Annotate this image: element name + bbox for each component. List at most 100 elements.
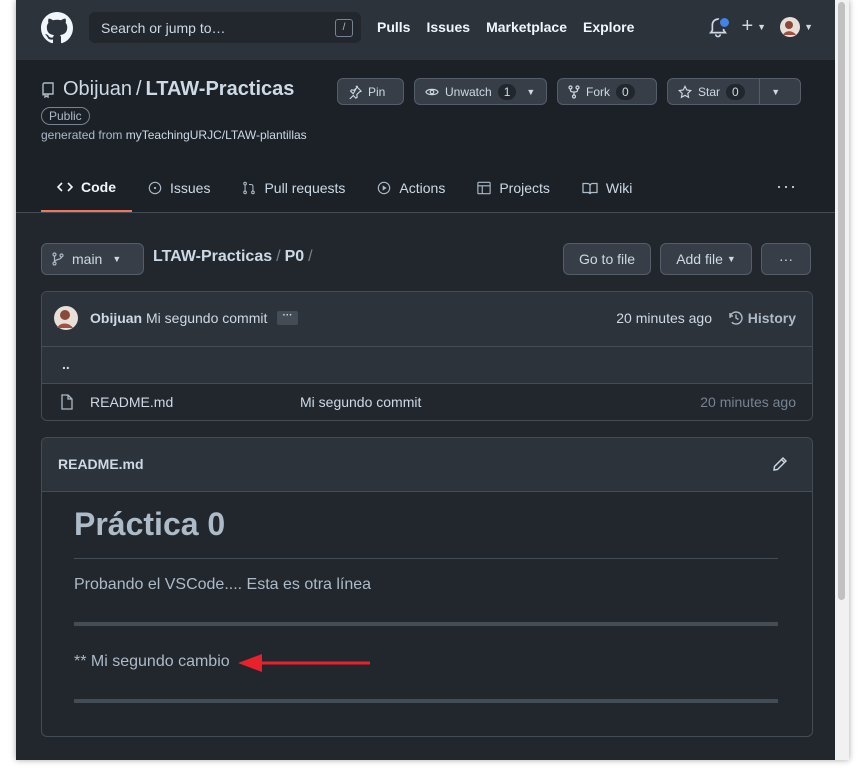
tab-code-label: Code bbox=[81, 179, 116, 195]
repo-title: Obijuan / LTAW-Practicas bbox=[41, 78, 294, 101]
unread-dot bbox=[718, 15, 732, 29]
user-avatar bbox=[780, 16, 801, 37]
create-new-dropdown[interactable]: + ▼ bbox=[741, 15, 766, 38]
pin-label: Pin bbox=[368, 84, 386, 99]
fork-label: Fork bbox=[586, 84, 610, 99]
nav-pulls[interactable]: Pulls bbox=[377, 19, 410, 35]
nav-marketplace[interactable]: Marketplace bbox=[486, 19, 567, 35]
commit-time: 20 minutes ago bbox=[616, 310, 712, 326]
branch-selector[interactable]: main ▼ bbox=[41, 243, 144, 275]
scrollbar-thumb[interactable] bbox=[838, 2, 845, 600]
forks-count: 0 bbox=[616, 83, 635, 100]
caret-down-icon: ▼ bbox=[804, 21, 813, 32]
repo-name-link[interactable]: LTAW-Practicas bbox=[146, 78, 295, 101]
table-icon bbox=[477, 181, 492, 195]
caret-down-icon: ▼ bbox=[726, 254, 736, 264]
nav-explore[interactable]: Explore bbox=[583, 19, 634, 35]
repo-header: Obijuan / LTAW-Practicas Public generate… bbox=[16, 60, 835, 213]
unwatch-button[interactable]: Unwatch 1 ▼ bbox=[414, 78, 547, 105]
browser-window: / Pulls Issues Marketplace Explore +▼ bbox=[16, 0, 849, 760]
file-icon bbox=[61, 394, 73, 410]
parent-directory-link[interactable]: .. bbox=[62, 356, 70, 372]
add-file-button[interactable]: Add file ▼ bbox=[660, 243, 752, 275]
tab-wiki[interactable]: Wiki bbox=[566, 164, 648, 212]
file-commit-time: 20 minutes ago bbox=[700, 394, 796, 410]
history-icon bbox=[729, 311, 743, 325]
breadcrumb: LTAW-Practicas / P0 / bbox=[153, 248, 317, 266]
global-header: / Pulls Issues Marketplace Explore +▼ bbox=[16, 0, 835, 60]
breadcrumb-separator: / bbox=[308, 248, 313, 265]
horizontal-rule bbox=[74, 699, 778, 703]
caret-down-icon: ▼ bbox=[757, 21, 767, 32]
commit-author-link[interactable]: Obijuan bbox=[90, 310, 142, 326]
parent-directory-row[interactable]: .. bbox=[42, 347, 812, 384]
history-link[interactable]: History bbox=[728, 310, 796, 326]
star-list-dropdown[interactable]: ▼ bbox=[758, 79, 792, 104]
slash-shortcut-hint: / bbox=[335, 19, 353, 37]
star-button[interactable]: Star 0 ▼ bbox=[667, 78, 801, 105]
tab-projects-label: Projects bbox=[499, 180, 550, 196]
heading-underline bbox=[74, 558, 778, 559]
template-link[interactable]: myTeachingURJC/LTAW-plantillas bbox=[126, 128, 307, 142]
commit-expand-button[interactable]: ··· bbox=[277, 311, 298, 325]
watchers-count: 1 bbox=[497, 83, 517, 100]
notifications-bell-icon[interactable] bbox=[709, 15, 732, 38]
author-avatar[interactable] bbox=[54, 306, 78, 330]
plus-icon: + bbox=[741, 15, 754, 37]
code-icon bbox=[57, 181, 73, 193]
tab-issues[interactable]: Issues bbox=[132, 164, 226, 212]
readme-paragraph-1: Probando el VSCode.... Esta es otra líne… bbox=[74, 576, 372, 593]
star-icon bbox=[678, 84, 692, 99]
repo-tabs: Code Issues Pull requests Actions Projec… bbox=[41, 164, 648, 212]
fork-icon bbox=[568, 84, 580, 99]
tab-actions[interactable]: Actions bbox=[361, 164, 461, 212]
pin-button[interactable]: Pin bbox=[337, 78, 404, 105]
repo-icon bbox=[42, 81, 54, 98]
unwatch-label: Unwatch bbox=[445, 84, 492, 99]
table-row[interactable]: README.md Mi segundo commit 20 minutes a… bbox=[42, 384, 812, 420]
history-label: History bbox=[747, 310, 796, 326]
issue-icon bbox=[148, 181, 162, 195]
breadcrumb-repo-link[interactable]: LTAW-Practicas bbox=[153, 248, 272, 266]
vertical-scrollbar[interactable] bbox=[835, 0, 849, 760]
tabs-overflow-menu[interactable]: ··· bbox=[776, 176, 797, 197]
search-input[interactable] bbox=[101, 19, 321, 36]
readme-title-link[interactable]: README.md bbox=[58, 456, 144, 472]
breadcrumb-current-dir: P0 bbox=[284, 248, 305, 265]
eye-icon bbox=[425, 86, 439, 98]
global-search[interactable]: / bbox=[89, 12, 361, 43]
pencil-icon[interactable] bbox=[772, 456, 788, 472]
user-menu[interactable]: ▼ bbox=[780, 16, 813, 37]
more-options-button[interactable]: ··· bbox=[761, 243, 811, 275]
header-actions: + ▼ ▼ bbox=[709, 15, 813, 38]
horizontal-rule bbox=[74, 622, 778, 626]
template-source: generated from myTeachingURJC/LTAW-plant… bbox=[41, 128, 307, 142]
pin-icon bbox=[348, 84, 362, 99]
fork-button[interactable]: Fork 0 bbox=[557, 78, 657, 105]
file-name-link[interactable]: README.md bbox=[90, 394, 173, 410]
branch-icon bbox=[52, 252, 64, 266]
readme-heading: Práctica 0 bbox=[74, 506, 226, 542]
add-file-label: Add file bbox=[676, 251, 723, 267]
tab-code[interactable]: Code bbox=[41, 164, 132, 212]
visibility-badge: Public bbox=[41, 107, 90, 125]
readme-header: README.md bbox=[42, 438, 812, 492]
tab-pull-requests-label: Pull requests bbox=[264, 180, 346, 196]
template-prefix: generated from bbox=[41, 128, 126, 142]
repo-owner-link[interactable]: Obijuan bbox=[63, 78, 132, 101]
readme-paragraph-2: ** Mi segundo cambio bbox=[74, 653, 230, 670]
repo-title-separator: / bbox=[135, 78, 142, 100]
tab-projects[interactable]: Projects bbox=[461, 164, 566, 212]
nav-issues[interactable]: Issues bbox=[426, 19, 470, 35]
caret-down-icon: ▼ bbox=[526, 86, 536, 97]
red-arrow-annotation-icon bbox=[238, 654, 370, 672]
caret-down-icon: ▼ bbox=[771, 86, 781, 97]
caret-down-icon: ▼ bbox=[112, 254, 122, 264]
global-nav: Pulls Issues Marketplace Explore bbox=[377, 19, 634, 35]
play-icon bbox=[377, 181, 391, 195]
tab-pull-requests[interactable]: Pull requests bbox=[226, 164, 361, 212]
go-to-file-button[interactable]: Go to file bbox=[563, 243, 651, 275]
commit-message-link[interactable]: Mi segundo commit bbox=[146, 310, 267, 326]
github-logo-icon[interactable] bbox=[41, 12, 73, 44]
file-commit-message-link[interactable]: Mi segundo commit bbox=[300, 394, 421, 410]
